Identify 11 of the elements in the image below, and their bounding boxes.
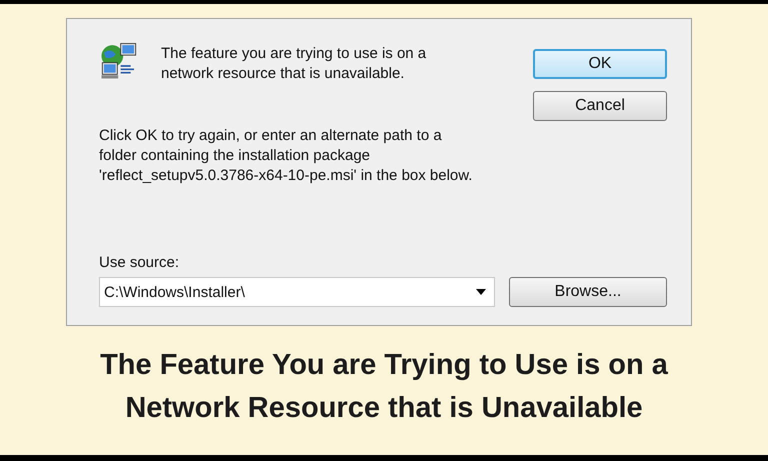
caption-title: The Feature You are Trying to Use is on a — [100, 348, 668, 383]
browse-button[interactable]: Browse... — [509, 277, 667, 307]
network-computers-icon — [99, 41, 139, 81]
dropdown-arrow-icon[interactable] — [476, 289, 486, 295]
instruction-text: Click OK to try again, or enter an alternate path to a folder containing the installation package 'reflect_setupv5.0.3786-x64-10-pe.msi' in the box below. — [99, 126, 474, 186]
cancel-button[interactable]: Cancel — [533, 91, 667, 121]
source-combobox[interactable]: C:\Windows\Installer\ — [99, 277, 495, 307]
source-label: Use source: — [99, 254, 180, 271]
error-message: The feature you are trying to use is on a network resource that is unavailable. — [161, 44, 428, 84]
caption-title: Network Resource that is Unavailable — [124, 391, 644, 426]
ok-button[interactable]: OK — [533, 49, 667, 79]
